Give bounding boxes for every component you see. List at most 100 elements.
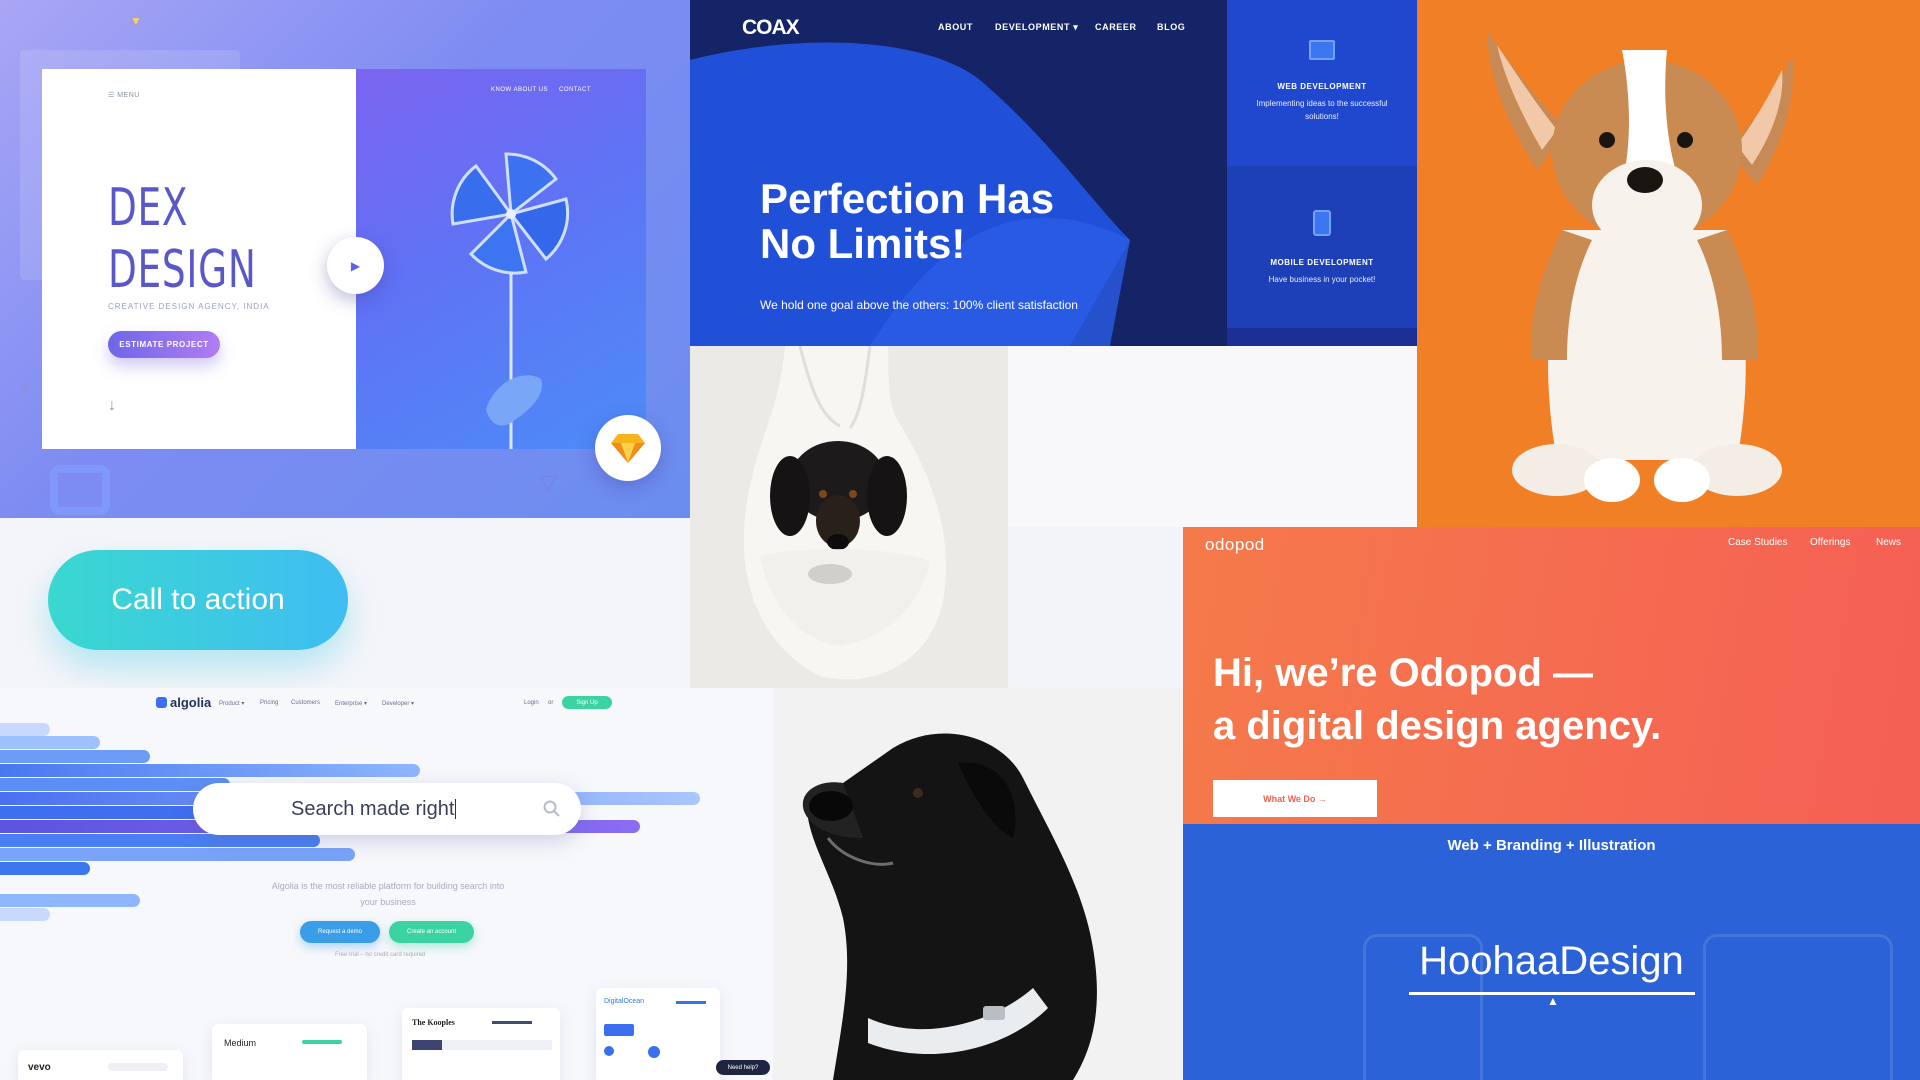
stripe	[0, 764, 420, 777]
call-to-action-button[interactable]: Call to action	[48, 550, 348, 650]
nav-blog[interactable]: BLOG	[1157, 22, 1185, 32]
caret-up-icon: ▲	[1547, 994, 1559, 1008]
sketch-diamond-icon	[611, 434, 645, 463]
or-text: or	[548, 700, 554, 706]
free-trial-note: Free trial – no credit card required	[335, 952, 426, 958]
stripe	[0, 723, 50, 736]
stripe	[0, 894, 140, 907]
stripe	[0, 778, 230, 791]
headline-line: Hi, we’re Odopod —	[1213, 651, 1594, 695]
web-development-card[interactable]: WEB DEVELOPMENT Implementing ideas to th…	[1227, 40, 1417, 123]
monitor-icon	[1309, 40, 1335, 60]
nav-offerings[interactable]: Offerings	[1810, 537, 1850, 548]
algolia-description: Algolia is the most reliable platform fo…	[271, 881, 505, 907]
hoohaa-logo[interactable]: HoohaaDesign	[1183, 939, 1920, 984]
coax-panel: COAX ABOUT DEVELOPMENT ▾ CAREER BLOG Per…	[690, 0, 1417, 346]
nav-about[interactable]: ABOUT	[938, 22, 973, 32]
brand-card-the-kooples: The Kooples	[402, 1008, 560, 1080]
dex-title: DEX DESIGN	[108, 177, 257, 301]
algolia-logo[interactable]: algolia	[156, 695, 211, 710]
stripe	[0, 862, 90, 875]
corgi-puppy-image	[1417, 0, 1920, 527]
estimate-project-button[interactable]: ESTIMATE PROJECT	[108, 331, 220, 358]
arrow-down-icon[interactable]: ↓	[108, 397, 116, 415]
dex-card: ☰ MENU DEX DESIGN CREATIVE DESIGN AGENCY…	[42, 69, 356, 449]
nav-know-about-us[interactable]: KNOW ABOUT US	[491, 87, 548, 93]
brand-row-fill	[604, 1024, 634, 1036]
triangle-decoration-icon: ▽	[540, 470, 557, 495]
card-title: MOBILE DEVELOPMENT	[1270, 258, 1374, 267]
black-dog-photo	[773, 688, 1183, 1080]
request-demo-button[interactable]: Request a demo	[300, 921, 380, 943]
create-account-button[interactable]: Create an account	[389, 921, 474, 943]
dex-hero-image: KNOW ABOUT US CONTACT	[356, 69, 646, 449]
nav-product[interactable]: Product ▾	[219, 700, 244, 707]
dachshund-photo	[690, 346, 1008, 688]
sketch-logo-icon	[595, 415, 661, 481]
nav-pricing[interactable]: Pricing	[260, 700, 278, 706]
dex-subtitle: CREATIVE DESIGN AGENCY, INDIA	[108, 302, 270, 311]
logo-text: algolia	[170, 695, 212, 710]
headline-line: No Limits!	[760, 220, 966, 267]
search-input[interactable]: Search made right	[193, 783, 581, 835]
brand-bar	[302, 1040, 342, 1044]
dachshund-in-sling-image	[743, 346, 946, 680]
coax-logo[interactable]: COAX	[742, 16, 800, 40]
brand-card-vevo: vevo	[18, 1050, 183, 1080]
algolia-logo-icon	[156, 697, 167, 708]
pinwheel-illustration	[450, 152, 570, 449]
nav-contact[interactable]: CONTACT	[559, 87, 591, 93]
nav-news[interactable]: News	[1876, 537, 1901, 548]
coax-headline: Perfection Has No Limits!	[760, 176, 1054, 266]
play-button[interactable]: ▶	[327, 237, 384, 294]
triangle-decoration-icon: ▲	[18, 378, 34, 395]
brand-card-medium: Medium	[212, 1024, 367, 1080]
algolia-panel: algolia Product ▾ Pricing Customers Ente…	[0, 688, 773, 1080]
brand-name: The Kooples	[412, 1018, 455, 1027]
login-link[interactable]: Login	[524, 700, 539, 706]
brand-row-fill	[412, 1040, 442, 1050]
mobile-development-card[interactable]: MOBILE DEVELOPMENT Have business in your…	[1227, 210, 1417, 286]
search-text: Search made right	[291, 797, 455, 820]
brand-card-digitalocean: DigitalOcean	[596, 988, 720, 1080]
square-decoration	[50, 465, 110, 515]
headline-line: Perfection Has	[760, 175, 1055, 222]
stripe	[0, 908, 50, 921]
text-cursor	[455, 799, 457, 819]
brand-name: Medium	[224, 1038, 257, 1048]
search-icon[interactable]	[543, 800, 561, 818]
card-title: WEB DEVELOPMENT	[1277, 82, 1367, 91]
hoohaa-tagline: Web + Branding + Illustration	[1447, 837, 1656, 854]
brand-dot	[604, 1046, 614, 1056]
title-line: DEX	[108, 178, 189, 238]
triangle-decoration-icon: ▼	[130, 14, 142, 28]
nav-enterprise[interactable]: Enterprise ▾	[335, 700, 367, 707]
stripe	[0, 834, 320, 847]
brand-bar	[492, 1021, 532, 1024]
nav-case-studies[interactable]: Case Studies	[1728, 537, 1787, 548]
brand-search-bar	[108, 1063, 168, 1071]
black-labrador-image	[773, 688, 1183, 1080]
need-help-button[interactable]: Need help?	[716, 1060, 770, 1075]
dex-design-panel: ▼ ▲ ▽ ☰ MENU DEX DESIGN CREATIVE DESIGN …	[0, 0, 690, 518]
stripe	[0, 736, 100, 749]
coax-subtitle: We hold one goal above the others: 100% …	[760, 298, 1078, 312]
nav-customers[interactable]: Customers	[291, 700, 320, 706]
brand-name: DigitalOcean	[604, 998, 645, 1005]
sign-up-button[interactable]: Sign Up	[562, 696, 612, 709]
menu-label[interactable]: ☰ MENU	[108, 91, 140, 99]
hoohaa-panel: Web + Branding + Illustration HoohaaDesi…	[1183, 824, 1920, 1080]
call-to-action-panel: Call to action	[0, 518, 690, 688]
odopod-panel: odopod Case Studies Offerings News Hi, w…	[1183, 527, 1920, 824]
nav-development[interactable]: DEVELOPMENT ▾	[995, 22, 1078, 33]
title-line: DESIGN	[108, 240, 257, 300]
stripe	[0, 848, 355, 861]
odopod-logo[interactable]: odopod	[1205, 535, 1265, 555]
play-icon: ▶	[350, 258, 361, 273]
card-text: Have business in your pocket!	[1268, 275, 1376, 284]
nav-developer[interactable]: Developer ▾	[382, 700, 414, 707]
corgi-photo	[1417, 0, 1920, 527]
odopod-headline: Hi, we’re Odopod — a digital design agen…	[1213, 647, 1661, 753]
what-we-do-button[interactable]: What We Do →	[1213, 780, 1377, 817]
nav-career[interactable]: CAREER	[1095, 22, 1137, 32]
